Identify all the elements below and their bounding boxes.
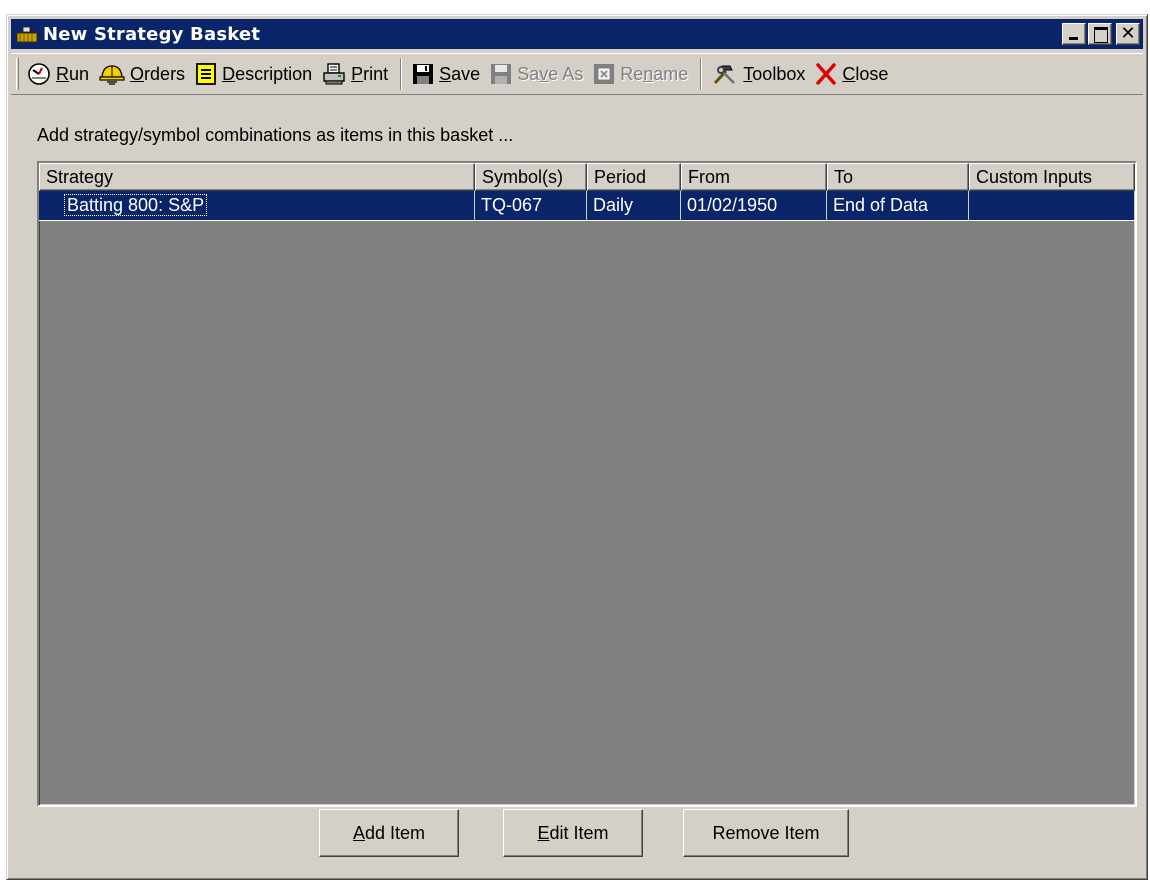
cell-strategy: Batting 800: S&P bbox=[39, 191, 475, 220]
toolbox-mnemonic: T bbox=[743, 63, 753, 84]
print-label: rint bbox=[363, 63, 389, 84]
tools-icon bbox=[714, 65, 736, 85]
gauge-icon bbox=[28, 63, 50, 85]
column-header-strategy[interactable]: Strategy bbox=[39, 163, 475, 191]
description-mnemonic: D bbox=[222, 63, 236, 84]
save-mnemonic: S bbox=[439, 63, 452, 84]
edit-item-mnemonic: E bbox=[537, 822, 550, 843]
cell-symbols: TQ-067 bbox=[475, 191, 587, 220]
cell-period: Daily bbox=[587, 191, 681, 220]
list-header: Strategy Symbol(s) Period From To Custom… bbox=[39, 163, 1135, 191]
notepad-icon bbox=[196, 63, 216, 85]
rename-label-pre: Re bbox=[620, 63, 644, 84]
close-label: lose bbox=[855, 63, 889, 84]
window-title: New Strategy Basket bbox=[43, 23, 261, 45]
maximize-button[interactable] bbox=[1088, 23, 1112, 45]
rename-icon bbox=[594, 64, 615, 84]
table-row[interactable]: Batting 800: S&P TQ-067 Daily 01/02/1950… bbox=[39, 191, 1135, 221]
save-as-label-pre: Sa bbox=[517, 63, 540, 84]
close-x-icon bbox=[816, 63, 837, 85]
toolbar-separator bbox=[400, 58, 403, 90]
window-close-button[interactable]: ✕ bbox=[1116, 23, 1140, 45]
remove-item-label: Remove Item bbox=[712, 822, 820, 843]
title-bar[interactable]: New Strategy Basket ✕ bbox=[11, 19, 1143, 49]
print-mnemonic: P bbox=[351, 63, 364, 84]
rename-mnemonic: n bbox=[643, 63, 654, 84]
floppy-icon bbox=[491, 64, 512, 84]
cell-custom-inputs bbox=[969, 191, 1135, 220]
orders-mnemonic: O bbox=[130, 63, 145, 84]
strategy-name: Batting 800: S&P bbox=[63, 194, 208, 216]
run-button[interactable]: Run bbox=[23, 57, 95, 91]
instruction-text: Add strategy/symbol combinations as item… bbox=[37, 125, 514, 145]
edit-item-label: dit Item bbox=[549, 822, 609, 843]
minimize-button[interactable] bbox=[1062, 23, 1086, 45]
column-header-symbols[interactable]: Symbol(s) bbox=[475, 163, 587, 191]
save-as-label: e As bbox=[548, 63, 584, 84]
print-button[interactable]: Print bbox=[318, 57, 394, 91]
close-button[interactable]: Close bbox=[811, 57, 894, 91]
rename-label: ame bbox=[653, 63, 689, 84]
window-controls: ✕ bbox=[1060, 23, 1140, 45]
basket-items-list[interactable]: Strategy Symbol(s) Period From To Custom… bbox=[37, 161, 1137, 807]
printer-icon bbox=[323, 63, 345, 85]
save-as-button[interactable]: Save As bbox=[486, 57, 589, 91]
hardhat-icon bbox=[99, 65, 125, 85]
description-label: escription bbox=[235, 63, 313, 84]
column-header-from[interactable]: From bbox=[681, 163, 827, 191]
rename-button[interactable]: Rename bbox=[589, 57, 694, 91]
toolbox-button[interactable]: Toolbox bbox=[708, 57, 811, 91]
basket-icon bbox=[16, 26, 38, 43]
toolbar-separator bbox=[700, 58, 703, 90]
column-header-period[interactable]: Period bbox=[587, 163, 681, 191]
add-item-mnemonic: A bbox=[352, 822, 365, 843]
strategy-basket-window: New Strategy Basket ✕ Run Orders Descrip… bbox=[6, 14, 1148, 880]
save-as-mnemonic: v bbox=[539, 63, 549, 84]
save-label: ave bbox=[451, 63, 481, 84]
run-mnemonic: R bbox=[56, 63, 69, 84]
toolbox-label: oolbox bbox=[752, 63, 806, 84]
description-button[interactable]: Description bbox=[191, 57, 318, 91]
add-item-button[interactable]: Add Item bbox=[319, 809, 459, 857]
add-item-label: dd Item bbox=[364, 822, 426, 843]
cell-to: End of Data bbox=[827, 191, 969, 220]
toolbar-grip[interactable] bbox=[16, 58, 19, 90]
close-mnemonic: C bbox=[842, 63, 856, 84]
toolbar: Run Orders Description Print Save Save A… bbox=[11, 53, 1143, 95]
run-label: un bbox=[69, 63, 90, 84]
edit-item-button[interactable]: Edit Item bbox=[503, 809, 643, 857]
floppy-icon bbox=[413, 64, 434, 84]
remove-item-button[interactable]: Remove Item bbox=[683, 809, 849, 857]
column-header-custom-inputs[interactable]: Custom Inputs bbox=[969, 163, 1135, 191]
orders-button[interactable]: Orders bbox=[95, 57, 191, 91]
save-button[interactable]: Save bbox=[408, 57, 486, 91]
orders-label: rders bbox=[144, 63, 186, 84]
column-header-to[interactable]: To bbox=[827, 163, 969, 191]
cell-from: 01/02/1950 bbox=[681, 191, 827, 220]
action-buttons: Add Item Edit Item Remove Item bbox=[7, 809, 1147, 859]
